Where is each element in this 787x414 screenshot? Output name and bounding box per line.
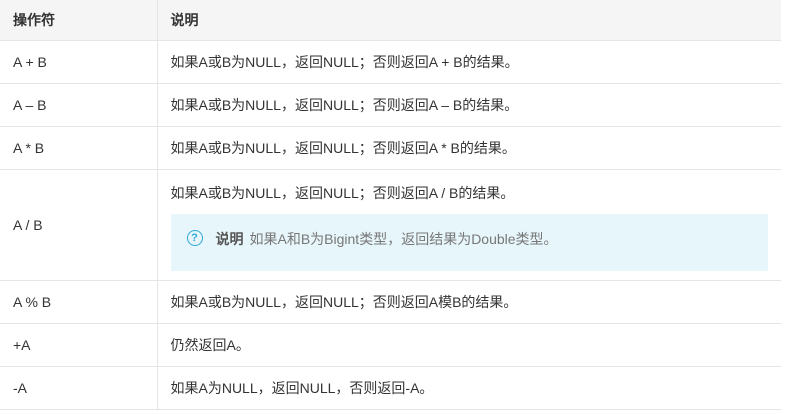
table-row: A / B 如果A或B为NULL，返回NULL；否则返回A / B的结果。 ? … [0,169,781,281]
table-row: -A 如果A为NULL，返回NULL，否则返回-A。 [0,366,781,410]
description-text: 如果A或B为NULL，返回NULL；否则返回A / B的结果。 [170,184,515,201]
note-text: 如果A和B为Bigint类型，返回结果为Double类型。 [249,230,558,247]
operator-cell: -A [0,366,158,410]
description-cell: 如果A或B为NULL，返回NULL；否则返回A * B的结果。 [157,126,781,170]
note-title: 说明 [215,230,244,247]
description-cell: 如果A或B为NULL，返回NULL；否则返回A / B的结果。 ? 说明 如果A… [157,169,781,281]
table-row: +A 仍然返回A。 [0,323,781,367]
operator-cell: A / B [0,169,158,281]
operator-cell: +A [0,323,158,367]
header-description: 说明 [157,0,781,41]
operator-cell: A + B [0,40,158,84]
table-row: A * B 如果A或B为NULL，返回NULL；否则返回A * B的结果。 [0,126,781,170]
operator-cell: A % B [0,280,158,324]
header-operator: 操作符 [0,0,158,41]
operator-cell: A – B [0,83,158,127]
table-row: A + B 如果A或B为NULL，返回NULL；否则返回A + B的结果。 [0,40,781,84]
table-row: A % B 如果A或B为NULL，返回NULL；否则返回A模B的结果。 [0,280,781,324]
table-row: A – B 如果A或B为NULL，返回NULL；否则返回A – B的结果。 [0,83,781,127]
description-cell: 仍然返回A。 [157,323,781,367]
operator-cell: A * B [0,126,158,170]
table-header-row: 操作符 说明 [0,0,781,41]
operator-table: 操作符 说明 A + B 如果A或B为NULL，返回NULL；否则返回A + B… [0,0,781,410]
description-cell: 如果A或B为NULL，返回NULL；否则返回A + B的结果。 [157,40,781,84]
question-circle-icon: ? [186,229,203,246]
description-cell: 如果A或B为NULL，返回NULL；否则返回A – B的结果。 [157,83,781,127]
description-cell: 如果A为NULL，返回NULL，否则返回-A。 [157,366,781,410]
note-box: ? 说明 如果A和B为Bigint类型，返回结果为Double类型。 [170,213,768,271]
description-cell: 如果A或B为NULL，返回NULL；否则返回A模B的结果。 [157,280,781,324]
